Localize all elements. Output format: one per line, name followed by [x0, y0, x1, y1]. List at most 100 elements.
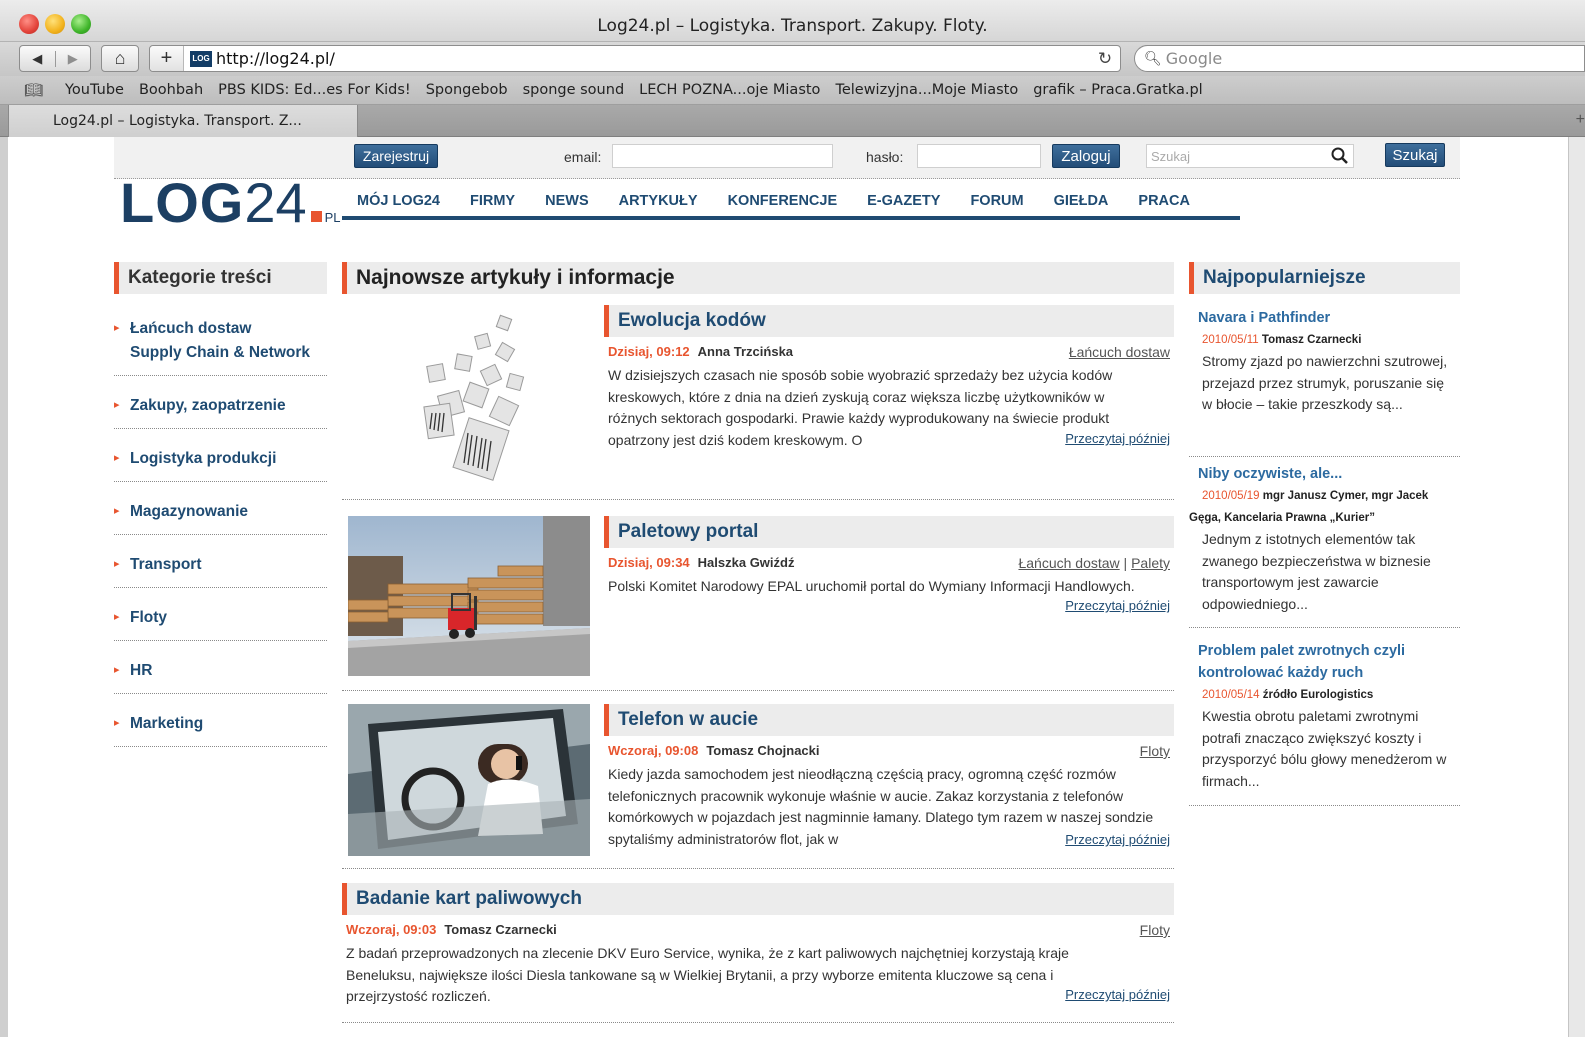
popular-item: Problem palet zwrotnych czyli kontrolowa… [1189, 640, 1460, 806]
back-arrow-icon[interactable]: ◀ [20, 51, 55, 67]
popular-title[interactable]: Niby oczywiste, ale... [1189, 463, 1460, 485]
bookmark-item[interactable]: grafik – Praca.Gratka.pl [1033, 82, 1203, 98]
popular-meta: 2010/05/19 mgr Janusz Cymer, mgr Jacek G… [1189, 485, 1460, 529]
popular-title[interactable]: Problem palet zwrotnych czyli kontrolowa… [1189, 640, 1460, 684]
category-item-zakupy[interactable]: ▸ Zakupy, zaopatrzenie [114, 386, 327, 429]
forward-arrow-icon[interactable]: ▶ [54, 50, 91, 67]
category-item-marketing[interactable]: ▸ Marketing [114, 704, 327, 747]
bookmark-item[interactable]: PBS KIDS: Ed...es For Kids! [218, 82, 411, 98]
category-item-transport[interactable]: ▸ Transport [114, 545, 327, 588]
article-body: Badanie kart paliwowych Wczoraj, 09:03 T… [342, 883, 1174, 1008]
tab-log24[interactable]: Log24.pl – Logistyka. Transport. Z... [8, 105, 358, 137]
popular-excerpt: Jednym z istotnych elementów tak zwanego… [1202, 531, 1431, 612]
article-meta: Dzisiaj, 09:34 Halszka Gwiźdź Łańcuch do… [604, 548, 1174, 576]
popular-excerpt: Kwestia obrotu paletami zwrotnymi potraf… [1202, 708, 1447, 789]
vertical-scrollbar[interactable] [1568, 137, 1585, 1037]
popular-date: 2010/05/14 [1202, 689, 1260, 701]
nav-item-moj-log24[interactable]: MÓJ LOG24 [342, 189, 455, 216]
nav-item-gielda[interactable]: GIEŁDA [1039, 189, 1124, 216]
read-later-link[interactable]: Przeczytaj później [1065, 987, 1170, 1002]
article-author: Tomasz Czarnecki [444, 921, 557, 937]
article-tag-link[interactable]: Łańcuch dostaw [1069, 344, 1170, 360]
search-icon[interactable] [1330, 146, 1350, 166]
popular-date: 2010/05/11 [1202, 334, 1259, 346]
article-title[interactable]: Badanie kart paliwowych [342, 883, 1174, 915]
search-button[interactable]: Szukaj [1385, 143, 1445, 167]
add-bookmark-icon[interactable]: + [150, 46, 184, 71]
bookmark-item[interactable]: Boohbah [139, 82, 203, 98]
article-item: Ewolucja kodów Dzisiaj, 09:12 Anna Trzci… [342, 305, 1174, 500]
article-author: Anna Trzcińska [697, 343, 794, 359]
article-tag-link[interactable]: Palety [1131, 555, 1170, 571]
nav-item-konferencje[interactable]: KONFERENCJE [713, 189, 853, 216]
article-image-pallets[interactable] [348, 516, 590, 676]
category-label: Transport [130, 556, 202, 573]
site-favicon-icon: LOG [190, 50, 212, 67]
nav-item-artykuly[interactable]: ARTYKUŁY [604, 189, 713, 216]
article-excerpt: Polski Komitet Narodowy EPAL uruchomił p… [608, 578, 1135, 594]
article-title[interactable]: Ewolucja kodów [604, 305, 1174, 337]
bookmark-item[interactable]: LECH POZNA...oje Miasto [639, 82, 820, 98]
nav-item-news[interactable]: NEWS [530, 189, 604, 216]
password-field[interactable] [917, 144, 1041, 168]
bookmark-item[interactable]: Telewizyjna...Moje Miasto [835, 82, 1018, 98]
new-tab-icon[interactable]: + [1576, 111, 1585, 129]
popular-author: źródło Eurologistics [1262, 689, 1374, 701]
bookmarks-book-icon[interactable]: 📖︎ [24, 81, 50, 99]
browser-search-placeholder: Google [1165, 49, 1223, 68]
article-title[interactable]: Paletowy portal [604, 516, 1174, 548]
article-author: Halszka Gwiźdź [697, 554, 795, 570]
page-container: Zarejestruj email: hasło: Zaloguj Szukaj… [114, 137, 1460, 1037]
article-image-phone-car[interactable] [348, 704, 590, 856]
nav-item-e-gazety[interactable]: E-GAZETY [852, 189, 955, 216]
article-meta: Wczoraj, 09:08 Tomasz Chojnacki Floty [604, 736, 1174, 764]
read-later-link[interactable]: Przeczytaj później [1065, 431, 1170, 446]
bookmark-item[interactable]: Spongebob [426, 82, 508, 98]
category-item-magazynowanie[interactable]: ▸ Magazynowanie [114, 492, 327, 535]
bullet-arrow-icon: ▸ [114, 611, 120, 623]
article-date: Wczoraj, 09:08 [608, 742, 699, 758]
read-later-link[interactable]: Przeczytaj później [1065, 598, 1170, 613]
category-sublabel: Supply Chain & Network [130, 344, 310, 361]
article-author: Tomasz Chojnacki [706, 742, 820, 758]
url-text[interactable]: http://log24.pl/ [216, 49, 1090, 68]
article-meta: Wczoraj, 09:03 Tomasz Czarnecki Floty [342, 915, 1174, 943]
nav-item-forum[interactable]: FORUM [955, 189, 1038, 216]
category-item-lancuch-dostaw[interactable]: ▸ Łańcuch dostaw Supply Chain & Network [114, 309, 327, 376]
article-tags: Łańcuch dostaw [1069, 344, 1170, 360]
nav-item-praca[interactable]: PRACA [1123, 189, 1205, 216]
article-item: Badanie kart paliwowych Wczoraj, 09:03 T… [342, 883, 1174, 1023]
category-item-logistyka-produkcji[interactable]: ▸ Logistyka produkcji [114, 439, 327, 482]
email-label: email: [564, 149, 602, 165]
login-button[interactable]: Zaloguj [1052, 144, 1120, 168]
reload-icon[interactable]: ↻ [1090, 49, 1120, 69]
browser-search-field[interactable]: 🔍︎ Google [1134, 45, 1585, 72]
window-titlebar: Log24.pl – Logistyka. Transport. Zakupy.… [0, 0, 1585, 42]
article-image-barcodes[interactable] [348, 305, 590, 495]
category-item-floty[interactable]: ▸ Floty [114, 598, 327, 641]
categories-heading: Kategorie treści [114, 262, 327, 294]
bullet-arrow-icon: ▸ [114, 505, 120, 517]
address-bar[interactable]: + LOG http://log24.pl/ ↻ [149, 45, 1121, 72]
popular-title[interactable]: Navara i Pathfinder [1189, 307, 1460, 329]
category-label: Floty [130, 609, 168, 626]
bookmark-item[interactable]: YouTube [65, 82, 124, 98]
logo-number-text: 24 [244, 171, 307, 234]
article-tag-link[interactable]: Łańcuch dostaw [1018, 555, 1119, 571]
category-label: Logistyka produkcji [130, 450, 277, 467]
home-icon[interactable]: ⌂ [101, 45, 139, 72]
popular-meta: 2010/05/11 Tomasz Czarnecki [1189, 329, 1460, 351]
article-tag-link[interactable]: Floty [1140, 922, 1170, 938]
bullet-arrow-icon: ▸ [114, 322, 120, 334]
register-button[interactable]: Zarejestruj [354, 144, 438, 168]
site-search-input[interactable]: Szukaj [1146, 144, 1354, 168]
category-item-hr[interactable]: ▸ HR [114, 651, 327, 694]
email-field[interactable] [612, 144, 833, 168]
site-logo[interactable]: LOG 24 PL [120, 175, 341, 231]
article-title[interactable]: Telefon w aucie [604, 704, 1174, 736]
nav-item-firmy[interactable]: FIRMY [455, 189, 530, 216]
main-navigation: MÓJ LOG24 FIRMY NEWS ARTYKUŁY KONFERENCJ… [342, 189, 1240, 220]
read-later-link[interactable]: Przeczytaj później [1065, 832, 1170, 847]
bookmark-item[interactable]: sponge sound [523, 82, 625, 98]
article-tag-link[interactable]: Floty [1140, 743, 1170, 759]
